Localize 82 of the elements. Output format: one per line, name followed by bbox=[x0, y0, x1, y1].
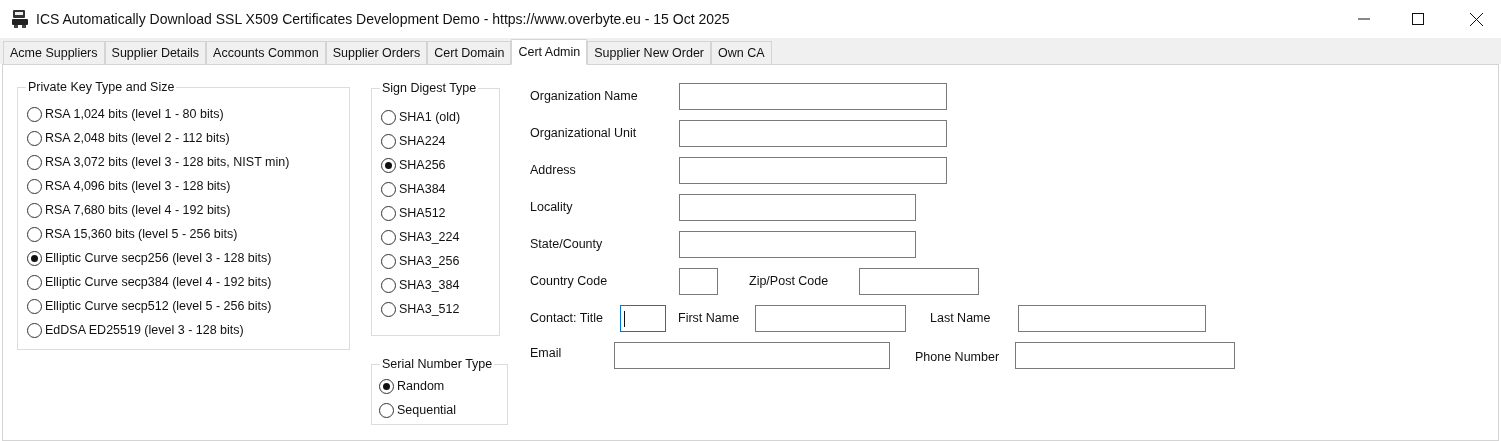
field-label: State/County bbox=[530, 236, 604, 254]
input-field[interactable] bbox=[859, 268, 979, 295]
radio-label[interactable]: SHA3_512 bbox=[399, 299, 460, 319]
radio-label[interactable]: SHA224 bbox=[399, 131, 446, 151]
radio-label[interactable]: EdDSA ED25519 (level 3 - 128 bits) bbox=[45, 320, 244, 340]
radio-button[interactable] bbox=[27, 322, 42, 338]
field-label: Locality bbox=[530, 199, 574, 217]
tab[interactable]: Own CA bbox=[711, 41, 772, 64]
radio-label[interactable]: SHA3_384 bbox=[399, 275, 460, 295]
radio-button[interactable] bbox=[27, 226, 42, 242]
radio-button[interactable] bbox=[27, 250, 42, 266]
radio-label[interactable]: Sequential bbox=[397, 400, 457, 420]
radio-label[interactable]: RSA 4,096 bits (level 3 - 128 bits) bbox=[45, 176, 231, 196]
radio-button[interactable] bbox=[381, 229, 396, 245]
input-field[interactable] bbox=[679, 83, 947, 110]
tab[interactable]: Supplier Details bbox=[104, 41, 207, 64]
radio-label[interactable]: RSA 7,680 bits (level 4 - 192 bits) bbox=[45, 200, 231, 220]
field-label: Last Name bbox=[930, 310, 992, 328]
radio-button[interactable] bbox=[27, 274, 42, 290]
radio-button[interactable] bbox=[381, 277, 396, 293]
radio-label[interactable]: SHA512 bbox=[399, 203, 446, 223]
group-title: Serial Number Type bbox=[380, 356, 495, 372]
radio-label[interactable]: SHA3_224 bbox=[399, 227, 460, 247]
field-label: Address bbox=[530, 162, 577, 180]
tab[interactable]: Accounts Common bbox=[206, 41, 326, 64]
input-field[interactable] bbox=[755, 305, 906, 332]
radio-label[interactable]: RSA 2,048 bits (level 2 - 112 bits) bbox=[45, 128, 230, 148]
radio-label[interactable]: Elliptic Curve secp512 (level 5 - 256 bits) bbox=[45, 296, 272, 316]
input-field[interactable] bbox=[1018, 305, 1206, 332]
radio-label[interactable]: SHA3_256 bbox=[399, 251, 460, 271]
radio-button[interactable] bbox=[27, 154, 42, 170]
radio-button[interactable] bbox=[381, 301, 396, 317]
radio-button[interactable] bbox=[381, 133, 396, 149]
radio-button[interactable] bbox=[379, 378, 394, 394]
input-field[interactable] bbox=[679, 120, 947, 147]
tab[interactable]: Acme Suppliers bbox=[3, 41, 105, 64]
radio-button[interactable] bbox=[381, 181, 396, 197]
radio-button[interactable] bbox=[379, 402, 394, 418]
radio-label[interactable]: Elliptic Curve secp384 (level 4 - 192 bits) bbox=[45, 272, 272, 292]
group-title: Sign Digest Type bbox=[380, 80, 479, 96]
radio-button[interactable] bbox=[381, 205, 396, 221]
window-title: ICS Automatically Download SSL X509 Certificates Development Demo - https://www.overbyte.eu - 15 Oct 2025 bbox=[36, 9, 730, 29]
maximize-icon[interactable] bbox=[1412, 13, 1424, 25]
radio-label[interactable]: RSA 3,072 bits (level 3 - 128 bits, NIST min) bbox=[45, 152, 290, 172]
input-field[interactable] bbox=[679, 268, 718, 295]
input-field[interactable] bbox=[1015, 342, 1235, 369]
radio-label[interactable]: Random bbox=[397, 376, 445, 396]
radio-label[interactable]: SHA384 bbox=[399, 179, 446, 199]
radio-button[interactable] bbox=[27, 298, 42, 314]
radio-button[interactable] bbox=[381, 157, 396, 173]
group-title: Private Key Type and Size bbox=[26, 79, 177, 95]
radio-label[interactable]: SHA256 bbox=[399, 155, 446, 175]
radio-button[interactable] bbox=[381, 109, 396, 125]
tab[interactable]: Cert Domain bbox=[427, 41, 512, 64]
radio-button[interactable] bbox=[27, 106, 42, 122]
field-label: Email bbox=[530, 345, 563, 362]
input-field[interactable] bbox=[679, 231, 916, 258]
radio-button[interactable] bbox=[381, 253, 396, 269]
input-field[interactable] bbox=[679, 194, 916, 221]
field-label: Phone Number bbox=[915, 349, 1001, 367]
field-label: Organizational Unit bbox=[530, 125, 638, 143]
field-label: Zip/Post Code bbox=[749, 273, 830, 291]
radio-button[interactable] bbox=[27, 130, 42, 146]
radio-button[interactable] bbox=[27, 202, 42, 218]
radio-label[interactable]: Elliptic Curve secp256 (level 3 - 128 bits) bbox=[45, 248, 272, 268]
text-cursor bbox=[624, 310, 625, 327]
input-field[interactable] bbox=[614, 342, 890, 369]
input-field[interactable] bbox=[620, 305, 666, 332]
tab[interactable]: Cert Admin bbox=[511, 39, 588, 65]
field-label: Contact: Title bbox=[530, 310, 604, 328]
app-icon bbox=[11, 9, 30, 29]
input-field[interactable] bbox=[679, 157, 947, 184]
field-label: Organization Name bbox=[530, 88, 639, 106]
field-label: First Name bbox=[678, 310, 741, 328]
tab[interactable]: Supplier New Order bbox=[587, 41, 712, 64]
close-icon[interactable] bbox=[1470, 12, 1483, 26]
radio-label[interactable]: RSA 1,024 bits (level 1 - 80 bits) bbox=[45, 104, 224, 124]
field-label: Country Code bbox=[530, 273, 609, 291]
tab[interactable]: Supplier Orders bbox=[325, 41, 428, 64]
radio-label[interactable]: SHA1 (old) bbox=[399, 107, 461, 127]
radio-label[interactable]: RSA 15,360 bits (level 5 - 256 bits) bbox=[45, 224, 238, 244]
radio-button[interactable] bbox=[27, 178, 42, 194]
